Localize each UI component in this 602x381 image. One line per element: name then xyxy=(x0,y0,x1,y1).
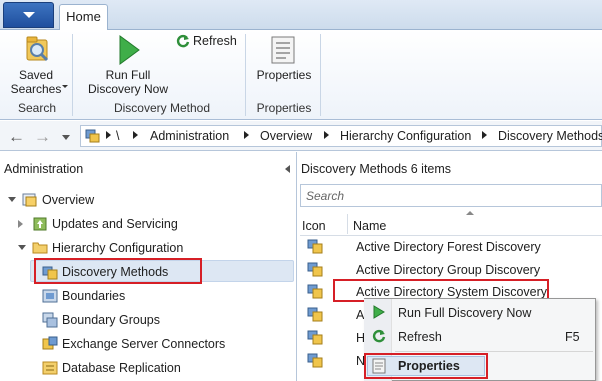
group-divider xyxy=(320,34,321,116)
context-menu-run-full-discovery-now[interactable]: Run Full Discovery Now xyxy=(398,306,531,320)
context-menu-refresh-shortcut: F5 xyxy=(565,330,580,344)
run-full-discovery-now-button[interactable]: Run Full Discovery Now xyxy=(82,32,174,100)
breadcrumb-separator-icon xyxy=(244,131,249,139)
group-label-discovery-method: Discovery Method xyxy=(113,101,211,115)
boundary-groups-icon xyxy=(42,312,58,328)
refresh-icon xyxy=(372,329,386,343)
table-row[interactable]: Active Directory Forest Discovery xyxy=(356,240,541,254)
chevron-down-icon xyxy=(62,85,68,88)
breadcrumb-discovery-methods[interactable]: Discovery Methods xyxy=(498,129,602,143)
breadcrumb-separator-icon xyxy=(482,131,487,139)
breadcrumb-separator-icon xyxy=(106,131,111,139)
context-menu-separator xyxy=(395,351,593,352)
group-label-search: Search xyxy=(17,101,57,115)
sort-ascending-icon xyxy=(466,211,474,215)
saved-searches-icon xyxy=(26,36,49,62)
tab-home[interactable]: Home xyxy=(59,4,108,31)
breadcrumb-root[interactable]: \ xyxy=(116,129,119,143)
history-dropdown-icon[interactable] xyxy=(62,135,70,140)
breadcrumb-separator-icon xyxy=(133,131,138,139)
exchange-connector-icon xyxy=(42,336,58,350)
properties-ribbon-label: Properties xyxy=(256,68,312,82)
refresh-button[interactable]: Refresh xyxy=(176,33,238,51)
expand-icon[interactable] xyxy=(18,245,26,250)
breadcrumb-hierarchy-configuration[interactable]: Hierarchy Configuration xyxy=(340,129,471,143)
properties-ribbon-button[interactable]: Properties xyxy=(253,32,315,100)
column-divider[interactable] xyxy=(347,214,348,234)
group-divider xyxy=(72,34,73,116)
tree-item-overview[interactable]: Overview xyxy=(42,189,94,211)
tree-item-boundaries[interactable]: Boundaries xyxy=(62,285,125,307)
discovery-method-icon xyxy=(307,330,323,345)
back-arrow-icon[interactable]: ← xyxy=(8,127,25,147)
tree-item-exchange-server-connectors[interactable]: Exchange Server Connectors xyxy=(62,333,225,355)
tree-item-hierarchy-configuration[interactable]: Hierarchy Configuration xyxy=(52,237,183,259)
saved-searches-button[interactable]: Saved Searches xyxy=(6,32,68,100)
tree-item-updates-and-servicing[interactable]: Updates and Servicing xyxy=(52,213,178,235)
console-home-icon[interactable] xyxy=(84,128,100,144)
breadcrumb-administration[interactable]: Administration xyxy=(150,129,229,143)
tree-item-boundary-groups[interactable]: Boundary Groups xyxy=(62,309,160,331)
expand-icon[interactable] xyxy=(8,197,16,202)
properties-icon xyxy=(372,358,386,374)
group-divider xyxy=(245,34,246,116)
breadcrumb-separator-icon xyxy=(324,131,329,139)
run-full-discovery-now-label: Run Full Discovery Now xyxy=(87,68,168,96)
column-header-icon[interactable]: Icon xyxy=(302,219,326,233)
discovery-method-icon xyxy=(307,262,323,277)
tree-item-database-replication[interactable]: Database Replication xyxy=(62,357,181,379)
overview-icon xyxy=(22,193,37,207)
expand-icon[interactable] xyxy=(18,220,23,228)
database-replication-icon xyxy=(42,361,58,375)
saved-searches-label: Saved Searches xyxy=(10,68,62,96)
context-menu-properties[interactable]: Properties xyxy=(398,359,460,373)
play-icon xyxy=(373,305,385,319)
boundaries-icon xyxy=(42,289,58,303)
chevron-down-icon xyxy=(23,12,35,18)
play-icon xyxy=(119,35,140,65)
group-label-properties: Properties xyxy=(256,101,312,115)
navigation-pane-title: Administration xyxy=(4,162,84,176)
table-row[interactable]: Active Directory Group Discovery xyxy=(356,263,540,277)
discovery-method-icon xyxy=(42,266,58,280)
search-input[interactable]: Search xyxy=(300,184,602,207)
discovery-method-icon xyxy=(307,353,323,368)
folder-icon xyxy=(32,242,48,254)
discovery-method-icon xyxy=(307,307,323,322)
forward-arrow-icon[interactable]: → xyxy=(34,127,51,147)
properties-icon xyxy=(271,36,295,64)
application-menu-button[interactable] xyxy=(3,2,54,28)
tree-item-discovery-methods[interactable]: Discovery Methods xyxy=(62,261,168,283)
collapse-pane-icon[interactable] xyxy=(285,165,290,173)
results-pane-title: Discovery Methods 6 items xyxy=(301,162,452,176)
refresh-icon xyxy=(176,34,190,48)
discovery-method-icon xyxy=(307,284,323,299)
table-row[interactable]: Active Directory System Discovery xyxy=(356,285,547,299)
breadcrumb-overview[interactable]: Overview xyxy=(260,129,312,143)
search-placeholder: Search xyxy=(306,189,345,203)
column-header-row xyxy=(300,212,602,236)
discovery-method-icon xyxy=(307,239,323,254)
refresh-label: Refresh xyxy=(193,34,237,48)
context-menu-refresh[interactable]: Refresh xyxy=(398,330,442,344)
column-header-name[interactable]: Name xyxy=(353,219,386,233)
updates-servicing-icon xyxy=(33,217,47,231)
